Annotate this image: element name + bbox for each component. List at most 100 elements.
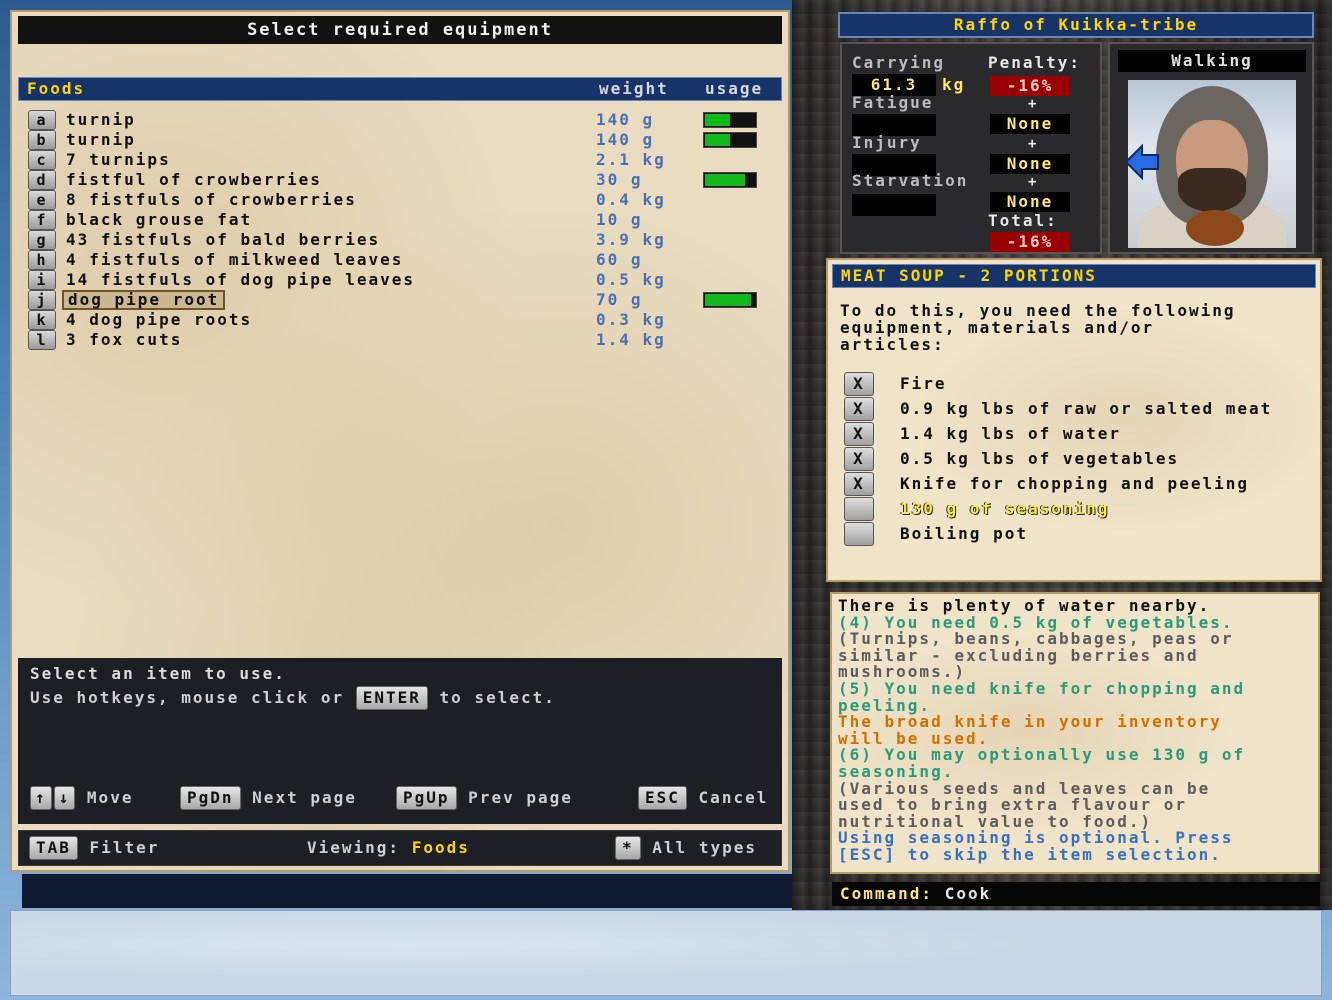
recipe-intro: To do this, you need the following equip… bbox=[840, 302, 1310, 353]
list-item[interactable]: f black grouse fat 10 g bbox=[28, 210, 768, 230]
item-name: 7 turnips bbox=[66, 150, 171, 169]
hotkey-k[interactable]: k bbox=[28, 310, 56, 330]
hotkey-e[interactable]: e bbox=[28, 190, 56, 210]
usage-header: usage bbox=[705, 79, 764, 98]
arrow-up-icon[interactable]: ↑ bbox=[30, 786, 52, 810]
intro-line: To do this, you need the following bbox=[840, 301, 1236, 320]
help-line-2-pre: Use hotkeys, mouse click or bbox=[30, 688, 345, 707]
empty-box-icon bbox=[844, 522, 874, 546]
hotkey-a[interactable]: a bbox=[28, 110, 56, 130]
requirement-row: X 1.4 kg lbs of water bbox=[844, 422, 1320, 446]
left-arrow-icon[interactable] bbox=[1122, 142, 1162, 182]
item-weight: 0.5 kg bbox=[596, 270, 666, 289]
hotkey-d[interactable]: d bbox=[28, 170, 56, 190]
hotkey-f[interactable]: f bbox=[28, 210, 56, 230]
carrying-label: Carrying bbox=[852, 53, 946, 72]
help-line-1: Select an item to use. bbox=[30, 664, 286, 683]
item-name: 14 fistfuls of dog pipe leaves bbox=[66, 270, 415, 289]
movement-status: Walking bbox=[1118, 50, 1306, 72]
usage-bar-fill bbox=[705, 134, 730, 146]
requirement-text: 0.9 kg lbs of raw or salted meat bbox=[900, 399, 1273, 418]
viewing-indicator: Viewing: Foods bbox=[307, 836, 470, 860]
recipe-panel: MEAT SOUP - 2 PORTIONS To do this, you n… bbox=[826, 258, 1322, 582]
intro-line: equipment, materials and/or bbox=[840, 318, 1155, 337]
pgdn-key[interactable]: PgDn bbox=[180, 786, 241, 810]
plus-2: + bbox=[1028, 136, 1039, 152]
list-item[interactable]: d fistful of crowberries 30 g bbox=[28, 170, 768, 190]
hotkey-l[interactable]: l bbox=[28, 330, 56, 350]
prev-page-shortcut[interactable]: PgUp Prev page bbox=[396, 786, 573, 810]
item-weight: 3.9 kg bbox=[596, 230, 666, 249]
requirement-row: X 0.9 kg lbs of raw or salted meat bbox=[844, 397, 1320, 421]
requirement-row: X 0.5 kg lbs of vegetables bbox=[844, 447, 1320, 471]
cancel-shortcut[interactable]: ESC Cancel bbox=[638, 786, 768, 810]
item-name: 3 fox cuts bbox=[66, 330, 183, 349]
hotkey-g[interactable]: g bbox=[28, 230, 56, 250]
list-item[interactable]: e 8 fistfuls of crowberries 0.4 kg bbox=[28, 190, 768, 210]
item-name: 8 fistfuls of crowberries bbox=[66, 190, 357, 209]
starvation-label: Starvation bbox=[852, 171, 969, 190]
filter-bar: TAB Filter Viewing: Foods * All types bbox=[18, 830, 782, 866]
plus-3: + bbox=[1028, 174, 1039, 190]
checked-box-icon: X bbox=[844, 472, 874, 496]
viewing-label: Viewing: bbox=[307, 838, 401, 857]
item-name: turnip bbox=[66, 130, 136, 149]
list-item[interactable]: l 3 fox cuts 1.4 kg bbox=[28, 330, 768, 350]
list-item[interactable]: a turnip 140 g bbox=[28, 110, 768, 130]
command-value: Cook bbox=[944, 884, 992, 903]
item-weight: 70 g bbox=[596, 290, 643, 309]
viewing-value: Foods bbox=[411, 838, 470, 857]
usage-bar bbox=[703, 292, 757, 308]
list-item[interactable]: g 43 fistfuls of bald berries 3.9 kg bbox=[28, 230, 768, 250]
hotkey-b[interactable]: b bbox=[28, 130, 56, 150]
item-name: dog pipe root bbox=[62, 290, 226, 310]
penalty-label: Penalty: bbox=[988, 53, 1082, 72]
item-name: 4 dog pipe roots bbox=[66, 310, 253, 329]
item-weight: 60 g bbox=[596, 250, 643, 269]
cancel-label: Cancel bbox=[698, 788, 769, 807]
star-key[interactable]: * bbox=[615, 836, 641, 860]
list-item[interactable]: h 4 fistfuls of milkweed leaves 60 g bbox=[28, 250, 768, 270]
move-shortcut[interactable]: ↑ ↓ Move bbox=[30, 786, 133, 810]
list-item[interactable]: k 4 dog pipe roots 0.3 kg bbox=[28, 310, 768, 330]
item-name: 43 fistfuls of bald berries bbox=[66, 230, 381, 249]
character-name: Raffo of Kuikka-tribe bbox=[838, 12, 1314, 38]
pgup-key[interactable]: PgUp bbox=[396, 786, 457, 810]
usage-bar-fill bbox=[705, 114, 730, 126]
item-weight: 140 g bbox=[596, 110, 655, 129]
esc-key[interactable]: ESC bbox=[638, 786, 687, 810]
intro-line: articles: bbox=[840, 335, 945, 354]
item-weight: 1.4 kg bbox=[596, 330, 666, 349]
list-item[interactable]: b turnip 140 g bbox=[28, 130, 768, 150]
requirement-row: X Fire bbox=[844, 372, 1320, 396]
usage-bar-fill bbox=[705, 294, 751, 306]
prev-page-label: Prev page bbox=[468, 788, 573, 807]
filter-shortcut[interactable]: TAB Filter bbox=[29, 836, 159, 860]
hotkey-c[interactable]: c bbox=[28, 150, 56, 170]
help-line-2: Use hotkeys, mouse click or ENTER to sel… bbox=[30, 686, 556, 710]
tab-key[interactable]: TAB bbox=[29, 836, 78, 860]
usage-bar bbox=[703, 112, 757, 128]
requirement-row: Boiling pot bbox=[844, 522, 1320, 546]
hotkey-j[interactable]: j bbox=[28, 290, 56, 310]
next-page-shortcut[interactable]: PgDn Next page bbox=[180, 786, 357, 810]
requirement-text: Boiling pot bbox=[900, 524, 1028, 543]
usage-bar bbox=[703, 132, 757, 148]
arrow-down-icon[interactable]: ↓ bbox=[53, 786, 76, 810]
list-item[interactable]: i 14 fistfuls of dog pipe leaves 0.5 kg bbox=[28, 270, 768, 290]
hotkey-i[interactable]: i bbox=[28, 270, 56, 290]
item-weight: 140 g bbox=[596, 130, 655, 149]
usage-bar-fill bbox=[705, 174, 745, 186]
item-weight: 30 g bbox=[596, 170, 643, 189]
item-name: turnip bbox=[66, 110, 136, 129]
move-label: Move bbox=[86, 788, 134, 807]
item-weight: 0.4 kg bbox=[596, 190, 666, 209]
list-item[interactable]: j dog pipe root 70 g bbox=[28, 290, 768, 310]
weight-header: weight bbox=[599, 79, 669, 98]
enter-key[interactable]: ENTER bbox=[355, 686, 428, 710]
hotkey-h[interactable]: h bbox=[28, 250, 56, 270]
empty-box-icon bbox=[844, 497, 874, 521]
all-types-shortcut[interactable]: * All types bbox=[615, 836, 757, 860]
list-item[interactable]: c 7 turnips 2.1 kg bbox=[28, 150, 768, 170]
requirement-row: X Knife for chopping and peeling bbox=[844, 472, 1320, 496]
